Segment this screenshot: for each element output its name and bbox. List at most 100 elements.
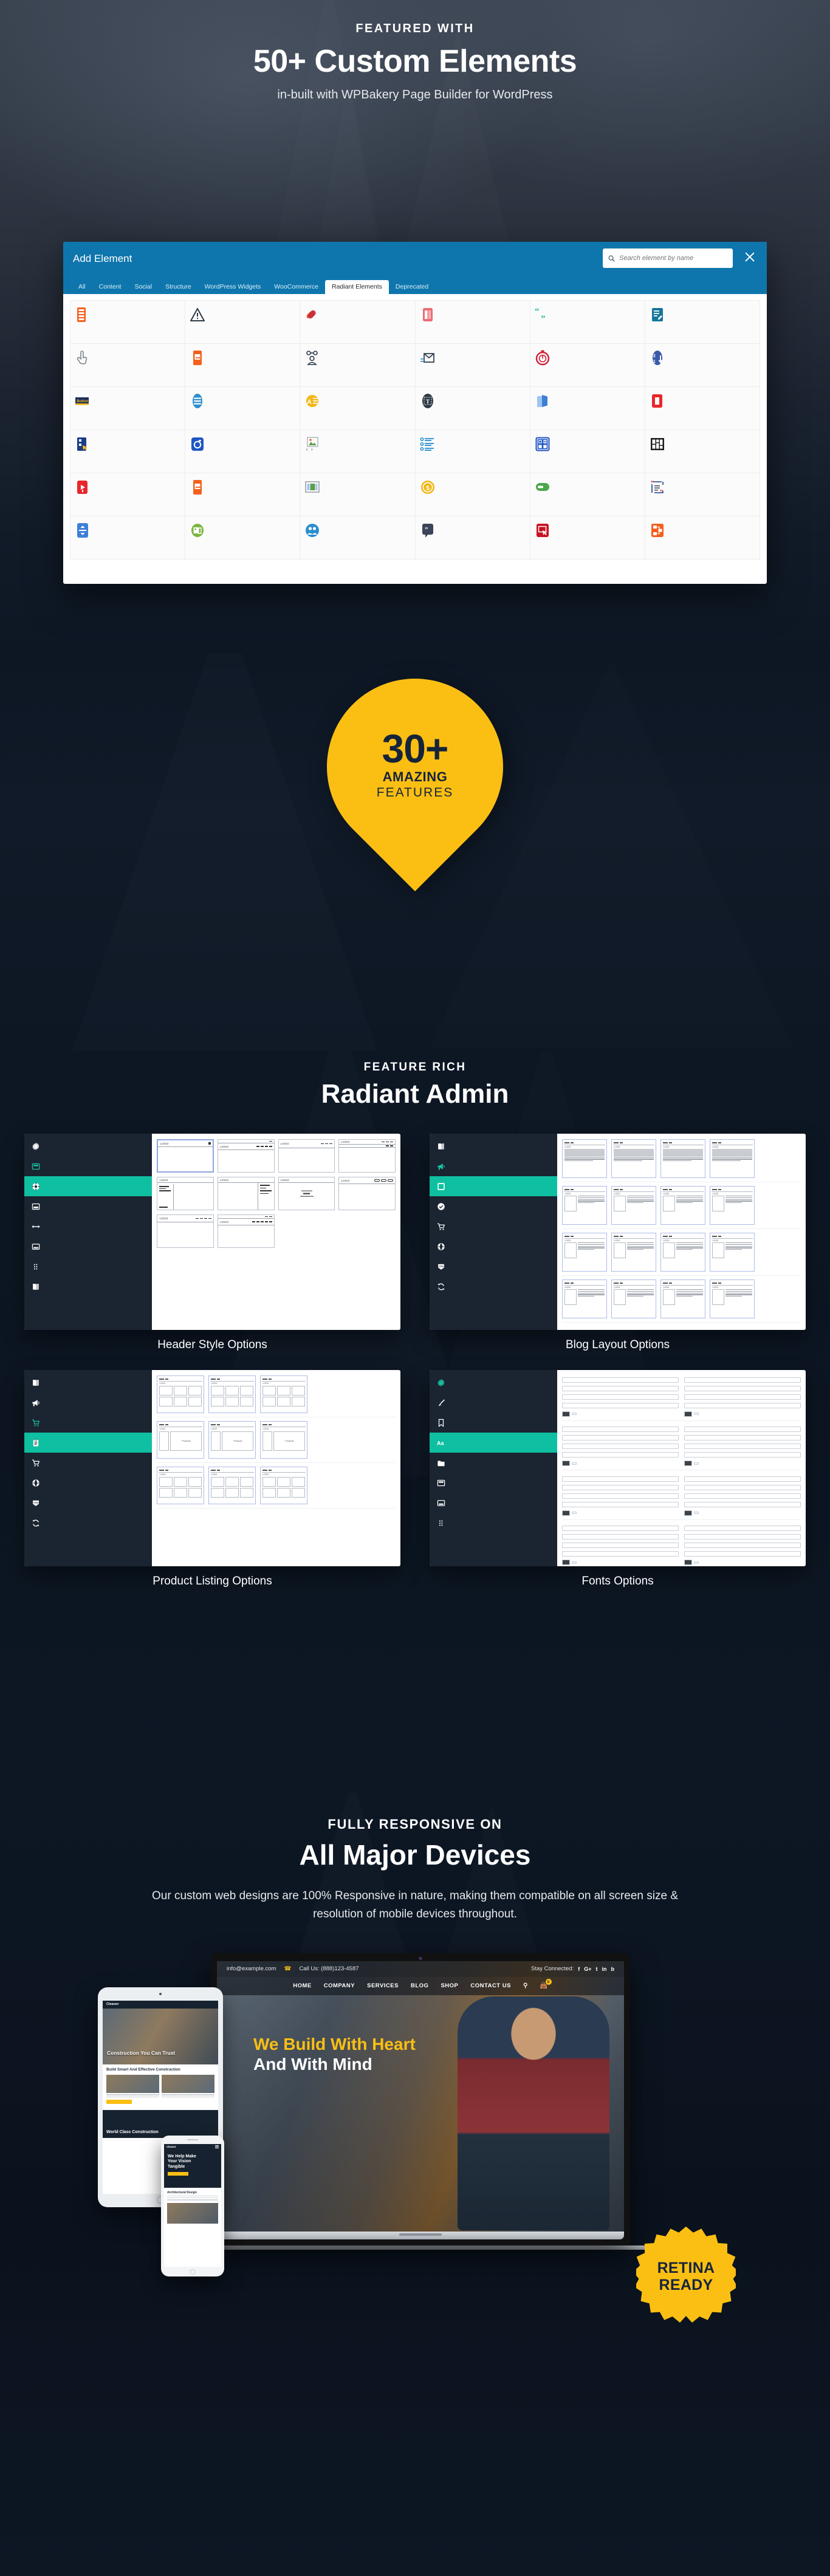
element-card[interactable] bbox=[185, 344, 301, 387]
blog-layout-option[interactable]: LOGO bbox=[562, 1186, 608, 1225]
style-preview[interactable]: LOGO bbox=[157, 1139, 214, 1173]
element-card[interactable] bbox=[70, 473, 186, 516]
color-swatch[interactable] bbox=[684, 1411, 693, 1417]
sidebar-item-fonts[interactable]: Aa bbox=[430, 1433, 558, 1453]
social-icon-3[interactable]: in bbox=[602, 1966, 607, 1972]
phone-cta-button[interactable] bbox=[168, 2172, 188, 2176]
header-style-option[interactable]: LOGO bbox=[157, 1177, 214, 1211]
color-swatch[interactable] bbox=[562, 1560, 571, 1565]
element-card[interactable]: ” bbox=[415, 516, 530, 560]
sidebar-item-header[interactable] bbox=[24, 1156, 152, 1176]
hamburger-icon[interactable] bbox=[215, 2145, 219, 2149]
blog-layout-option[interactable]: LOGO bbox=[710, 1233, 755, 1272]
field-input[interactable] bbox=[684, 1534, 801, 1540]
style-preview[interactable]: LOGO bbox=[218, 1214, 275, 1248]
product-layout-option[interactable]: LOGO bbox=[208, 1467, 256, 1504]
sidebar-item-logo-and-favicon[interactable] bbox=[430, 1413, 557, 1433]
product-layout-option[interactable]: LOGO bbox=[260, 1467, 308, 1504]
sidebar-item-breadcrumb[interactable] bbox=[24, 1216, 152, 1236]
field-input[interactable] bbox=[562, 1551, 679, 1557]
nav-link-services[interactable]: SERVICES bbox=[367, 1982, 399, 1989]
element-card[interactable]: $ bbox=[415, 473, 530, 516]
element-card[interactable] bbox=[645, 301, 760, 344]
sidebar-item-import-export[interactable] bbox=[430, 1276, 557, 1297]
blog-layout-option[interactable]: LOGO bbox=[611, 1139, 657, 1178]
sidebar-item-custom-css[interactable]: CSS bbox=[24, 1493, 152, 1513]
color-swatch[interactable] bbox=[684, 1510, 693, 1516]
field-input[interactable] bbox=[684, 1377, 801, 1383]
product-layout-option[interactable]: LOGO bbox=[157, 1467, 205, 1504]
field-input[interactable] bbox=[562, 1501, 679, 1507]
style-preview[interactable]: LOGO bbox=[218, 1139, 275, 1173]
sidebar-item-footer[interactable] bbox=[430, 1493, 557, 1513]
field-input[interactable] bbox=[684, 1484, 801, 1490]
field-input[interactable] bbox=[684, 1452, 801, 1458]
sidebar-item-footer[interactable] bbox=[24, 1236, 152, 1256]
element-card[interactable] bbox=[645, 387, 760, 430]
social-icon-1[interactable]: G+ bbox=[584, 1966, 591, 1972]
tab-radiant-elements[interactable]: Radiant Elements bbox=[325, 279, 389, 294]
select-color-button[interactable] bbox=[572, 1512, 577, 1514]
field-input[interactable] bbox=[562, 1534, 679, 1540]
header-style-option[interactable]: LOGO bbox=[218, 1214, 275, 1249]
search-box[interactable] bbox=[603, 248, 733, 268]
field-input[interactable] bbox=[562, 1452, 679, 1458]
field-input[interactable] bbox=[684, 1427, 801, 1432]
element-card[interactable]: 21 bbox=[645, 344, 760, 387]
element-card[interactable] bbox=[645, 430, 760, 473]
color-picker[interactable] bbox=[562, 1461, 679, 1466]
sidebar-item-pages[interactable] bbox=[24, 1276, 152, 1297]
element-card[interactable] bbox=[300, 344, 416, 387]
blog-layout-option[interactable]: LOGO bbox=[660, 1186, 706, 1225]
blog-layout-option[interactable]: LOGO bbox=[562, 1233, 608, 1272]
blog-layout-option[interactable]: LOGO bbox=[611, 1279, 657, 1318]
field-input[interactable] bbox=[562, 1377, 679, 1383]
element-card[interactable] bbox=[70, 344, 186, 387]
header-style-option[interactable]: LOGO bbox=[278, 1139, 335, 1174]
field-input[interactable] bbox=[684, 1402, 801, 1408]
element-card[interactable] bbox=[530, 344, 645, 387]
sidebar-item-custom-slug[interactable] bbox=[430, 1453, 557, 1473]
sidebar-item-shop[interactable] bbox=[24, 1413, 152, 1433]
cart-icon[interactable]: 👜 0 bbox=[540, 1979, 552, 1989]
style-preview[interactable]: LOGO bbox=[218, 1177, 275, 1210]
sidebar-item-shop[interactable] bbox=[430, 1216, 557, 1236]
select-color-button[interactable] bbox=[572, 1561, 577, 1564]
tab-content[interactable]: Content bbox=[92, 280, 128, 295]
sidebar-item-blog-layout[interactable] bbox=[430, 1176, 558, 1196]
social-icon-0[interactable]: f bbox=[578, 1966, 580, 1972]
social-icons[interactable]: f G+ t in b bbox=[578, 1966, 614, 1972]
element-card[interactable] bbox=[300, 473, 416, 516]
field-input[interactable] bbox=[562, 1385, 679, 1391]
product-layout-option[interactable]: LOGO Products bbox=[157, 1421, 205, 1459]
product-layout-option[interactable]: LOGO Products bbox=[208, 1421, 256, 1459]
tab-all[interactable]: All bbox=[72, 280, 92, 295]
blog-layout-option[interactable]: LOGO bbox=[710, 1279, 755, 1318]
social-icon-2[interactable]: t bbox=[596, 1966, 598, 1972]
element-card[interactable] bbox=[415, 301, 530, 344]
header-style-option[interactable]: LOGO bbox=[157, 1214, 214, 1249]
sidebar-item-blog[interactable] bbox=[24, 1392, 152, 1413]
style-preview[interactable]: LOGO bbox=[278, 1139, 335, 1173]
sidebar-item-product-listing[interactable] bbox=[24, 1433, 153, 1453]
field-input[interactable] bbox=[684, 1526, 801, 1531]
field-input[interactable] bbox=[562, 1402, 679, 1408]
element-card[interactable] bbox=[300, 516, 416, 560]
tab-deprecated[interactable]: Deprecated bbox=[389, 280, 435, 295]
select-color-button[interactable] bbox=[694, 1561, 699, 1564]
element-card[interactable]: ‹ › bbox=[300, 430, 416, 473]
style-preview[interactable]: LOGO bbox=[278, 1177, 335, 1210]
sidebar-item-import-export[interactable] bbox=[24, 1513, 152, 1533]
element-card[interactable] bbox=[185, 473, 301, 516]
element-card[interactable] bbox=[415, 430, 530, 473]
color-swatch[interactable] bbox=[562, 1411, 571, 1417]
sidebar-item-elements[interactable] bbox=[24, 1256, 152, 1276]
blog-layout-option[interactable]: LOGO bbox=[710, 1139, 755, 1178]
blog-layout-option[interactable]: LOGO bbox=[611, 1233, 657, 1272]
tab-structure[interactable]: Structure bbox=[159, 280, 198, 295]
sidebar-item-product-details[interactable] bbox=[24, 1453, 152, 1473]
field-input[interactable] bbox=[684, 1385, 801, 1391]
element-card[interactable] bbox=[185, 430, 301, 473]
product-layout-option[interactable]: LOGO bbox=[260, 1375, 308, 1413]
element-card[interactable] bbox=[185, 301, 301, 344]
